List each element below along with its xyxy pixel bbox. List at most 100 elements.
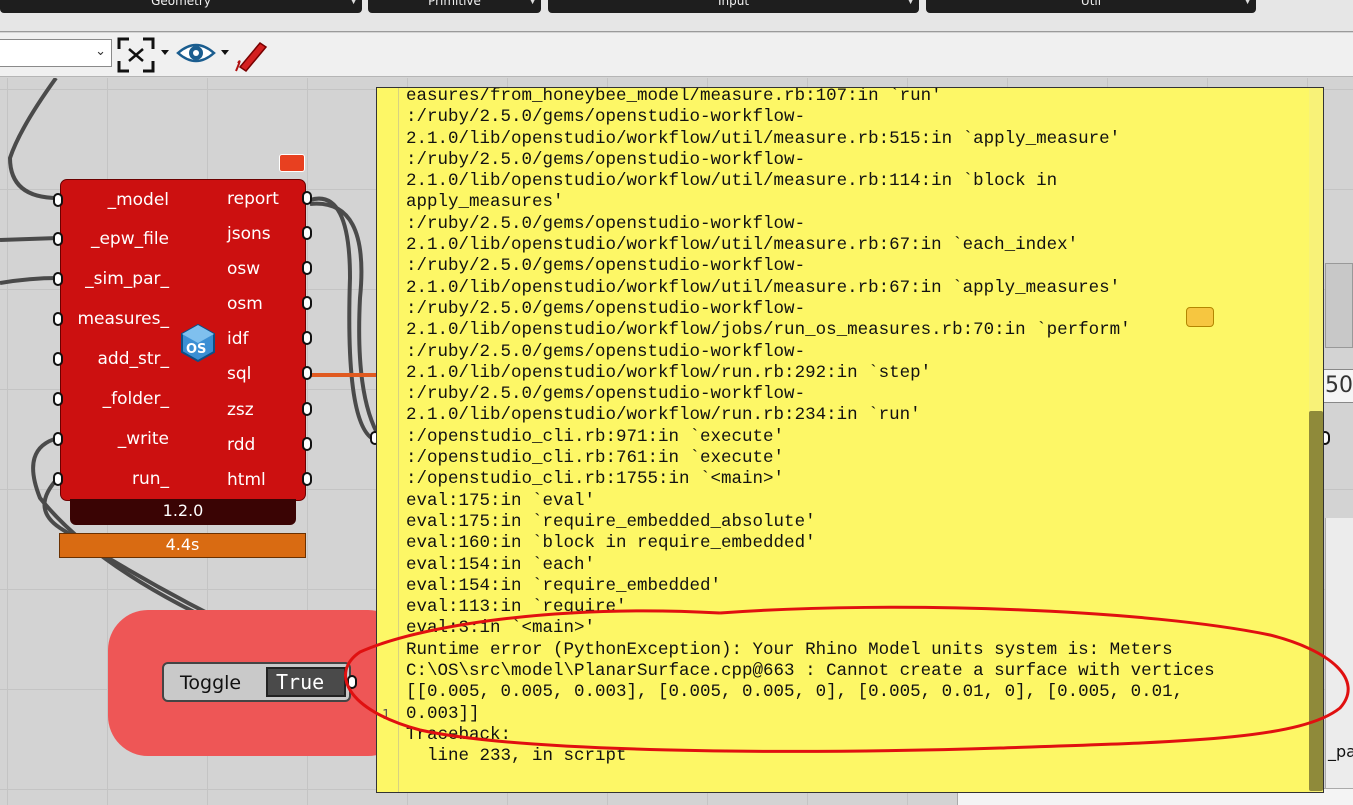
tab-util[interactable]: Util ▼ (926, 0, 1256, 13)
traceback-line: :/ruby/2.5.0/gems/openstudio-workflow- (406, 149, 806, 170)
traceback-line: eval:3:in `<main>' (406, 618, 596, 639)
input-grip[interactable] (53, 432, 63, 446)
wire (0, 276, 59, 285)
traceback-line: :/ruby/2.5.0/gems/openstudio-workflow- (406, 256, 806, 277)
traceback-line: 2.1.0/lib/openstudio/workflow/util/measu… (406, 235, 1079, 256)
tab-expand-icon[interactable]: ▼ (1244, 0, 1251, 7)
output-grip[interactable] (302, 366, 312, 380)
eye-icon[interactable] (176, 39, 216, 67)
traceback-line: eval:113:in `require' (406, 597, 627, 618)
traceback-line: 2.1.0/lib/openstudio/workflow/util/measu… (406, 171, 1058, 192)
tab-input-label: Input (717, 0, 750, 8)
wire (7, 78, 59, 200)
comment-bubble-icon[interactable] (1186, 307, 1214, 327)
wire (0, 236, 59, 242)
output-param-osw[interactable]: osw (227, 259, 260, 279)
right-param-label: _pa (1328, 742, 1353, 761)
output-grip[interactable] (302, 191, 312, 205)
tab-primitive-label: Primitive (428, 0, 481, 8)
canvas-toolbar: ⌄ (0, 33, 1353, 77)
output-grip[interactable] (302, 331, 312, 345)
chevron-down-icon[interactable]: ⌄ (95, 44, 106, 59)
input-param-run[interactable]: run_ (132, 469, 169, 489)
tab-expand-icon[interactable]: ▼ (350, 0, 357, 7)
right-component[interactable] (1325, 518, 1353, 805)
traceback-line: :/openstudio_cli.rb:1755:in `<main>' (406, 469, 785, 490)
output-grip[interactable] (302, 296, 312, 310)
zoom-combo-box[interactable]: ⌄ (0, 39, 112, 67)
output-param-osm[interactable]: osm (227, 294, 263, 314)
traceback-text: easures/from_honeybee_model/measure.rb:1… (406, 87, 1215, 768)
pen-icon[interactable] (234, 37, 270, 73)
traceback-line: eval:154:in `each' (406, 554, 596, 575)
output-grip[interactable] (347, 675, 357, 689)
boolean-toggle[interactable]: Toggle True (162, 662, 351, 702)
traceback-line: [[0.005, 0.005, 0.003], [0.005, 0.005, 0… (406, 682, 1184, 703)
traceback-line: :/ruby/2.5.0/gems/openstudio-workflow- (406, 384, 806, 405)
traceback-line: apply_measures' (406, 192, 564, 213)
tab-util-label: Util (1080, 0, 1102, 8)
input-param-sim-par[interactable]: _sim_par_ (85, 269, 169, 289)
output-grip[interactable] (302, 472, 312, 486)
output-grip[interactable] (302, 402, 312, 416)
output-param-jsons[interactable]: jsons (227, 224, 271, 244)
output-grip[interactable] (302, 437, 312, 451)
message-flag-icon[interactable] (279, 154, 305, 172)
input-param-epw-file[interactable]: _epw_file (91, 229, 169, 249)
traceback-line: C:\OS\src\model\PlanarSurface.cpp@663 : … (406, 661, 1215, 682)
input-grip[interactable] (53, 472, 63, 486)
traceback-line: 2.1.0/lib/openstudio/workflow/run.rb:292… (406, 362, 932, 383)
input-grip[interactable] (53, 312, 63, 326)
traceback-line: eval:154:in `require_embedded' (406, 575, 722, 596)
dropdown-arrow-icon[interactable] (160, 49, 170, 57)
input-param-model[interactable]: _model (108, 190, 169, 210)
input-param-write[interactable]: _write (118, 429, 169, 449)
traceback-line: easures/from_honeybee_model/measure.rb:1… (406, 87, 942, 106)
zoom-extents-icon[interactable] (117, 37, 155, 73)
input-grip[interactable] (53, 272, 63, 286)
output-param-zsz[interactable]: zsz (227, 400, 254, 420)
tab-expand-icon[interactable]: ▼ (907, 0, 914, 7)
traceback-line: eval:175:in `eval' (406, 490, 596, 511)
tab-expand-icon[interactable]: ▼ (529, 0, 536, 7)
input-grip[interactable] (53, 392, 63, 406)
input-grip[interactable] (53, 232, 63, 246)
number-slider-value[interactable]: 50 (1323, 369, 1353, 403)
traceback-line: Traceback: (406, 724, 512, 745)
svg-text:OS: OS (186, 342, 206, 357)
wire (309, 201, 382, 440)
toggle-value[interactable]: True (266, 667, 346, 697)
dropdown-arrow-icon[interactable] (220, 49, 230, 57)
input-param-measures[interactable]: measures_ (78, 309, 170, 329)
input-grip[interactable] (53, 352, 63, 366)
input-param-folder[interactable]: _folder_ (103, 389, 169, 409)
output-param-idf[interactable]: idf (227, 329, 249, 349)
traceback-line: :/ruby/2.5.0/gems/openstudio-workflow- (406, 107, 806, 128)
output-param-html[interactable]: html (227, 470, 266, 490)
traceback-line: line 233, in script (406, 746, 627, 767)
traceback-line: 2.1.0/lib/openstudio/workflow/util/measu… (406, 277, 1121, 298)
openstudio-component[interactable]: _model _epw_file _sim_par_ measures_ add… (60, 179, 306, 501)
output-param-sql[interactable]: sql (227, 364, 251, 384)
right-panel[interactable] (1325, 263, 1353, 348)
toggle-label: Toggle (180, 672, 242, 694)
input-param-add-str[interactable]: add_str_ (97, 349, 169, 369)
openstudio-icon: OS (181, 323, 215, 363)
traceback-line: :/openstudio_cli.rb:761:in `execute' (406, 448, 785, 469)
traceback-line: eval:160:in `block in require_embedded' (406, 533, 816, 554)
traceback-line: :/openstudio_cli.rb:971:in `execute' (406, 426, 785, 447)
tab-geometry[interactable]: Geometry ▼ (0, 0, 362, 13)
output-grip[interactable] (302, 226, 312, 240)
scrollbar-thumb[interactable] (1309, 411, 1323, 791)
component-version: 1.2.0 (70, 499, 296, 525)
output-param-rdd[interactable]: rdd (227, 435, 255, 455)
output-param-report[interactable]: report (227, 189, 279, 209)
tab-primitive[interactable]: Primitive ▼ (368, 0, 541, 13)
traceback-line: :/ruby/2.5.0/gems/openstudio-workflow- (406, 298, 806, 319)
component-tab-bar: Geometry ▼ Primitive ▼ Input ▼ Util ▼ (0, 0, 1353, 32)
input-grip[interactable] (53, 193, 63, 207)
tab-input[interactable]: Input ▼ (548, 0, 919, 13)
output-grip[interactable] (302, 261, 312, 275)
traceback-line: 2.1.0/lib/openstudio/workflow/util/measu… (406, 128, 1121, 149)
traceback-line: :/ruby/2.5.0/gems/openstudio-workflow- (406, 341, 806, 362)
